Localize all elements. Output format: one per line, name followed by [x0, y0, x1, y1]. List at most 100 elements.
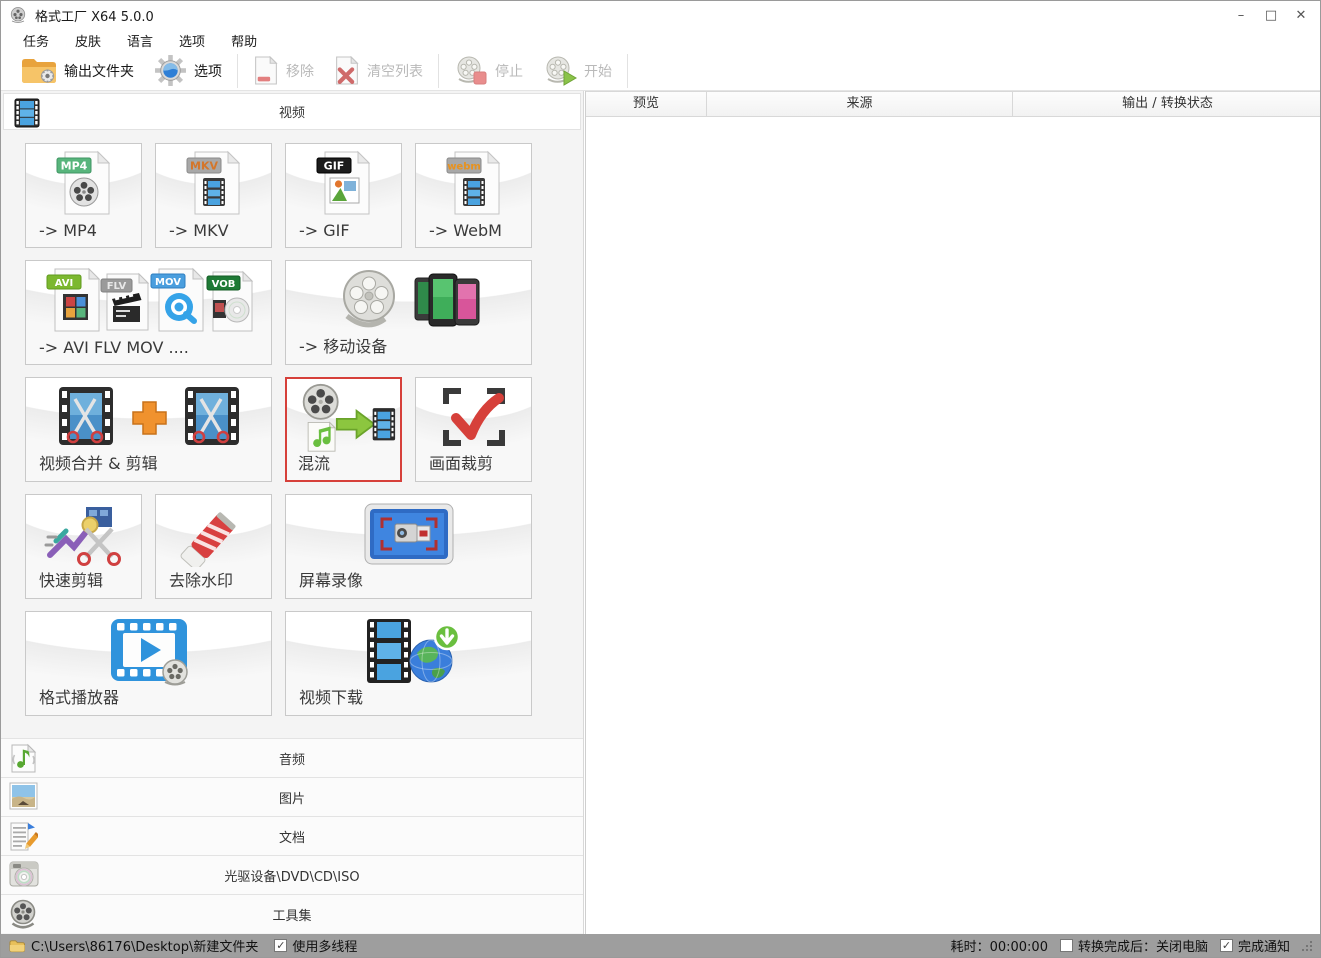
column-source[interactable]: 来源 — [707, 92, 1013, 116]
grid-item-merge-clip[interactable]: 视频合并 & 剪辑 — [25, 377, 272, 482]
mp4-file-icon: MP4 — [26, 149, 141, 217]
clear-list-button[interactable]: 清空列表 — [324, 54, 433, 87]
status-bar: C:\Users\86176\Desktop\新建文件夹 使用多线程 耗时：00… — [1, 934, 1320, 957]
grid-item-to-webm[interactable]: webm -> WebM — [415, 143, 532, 248]
document-category-icon — [9, 821, 38, 852]
column-output-status[interactable]: 输出 / 转换状态 — [1013, 92, 1321, 116]
multithread-checkbox[interactable] — [274, 939, 287, 952]
toolset-category-icon — [9, 899, 38, 930]
menu-help[interactable]: 帮助 — [225, 29, 263, 52]
shutdown-label: 转换完成后：关闭电脑 — [1078, 936, 1208, 955]
task-panel: 预览 来源 输出 / 转换状态 — [585, 91, 1321, 936]
toolbar-separator — [438, 54, 439, 88]
column-preview[interactable]: 预览 — [586, 92, 707, 116]
grid-item-label: 画面裁剪 — [429, 450, 493, 474]
stop-label: 停止 — [495, 61, 523, 81]
grid-item-to-avi-flv-mov[interactable]: AVI FLV MOV VOB -> AVI FLV MOV .... — [25, 260, 272, 365]
category-toolset[interactable]: 工具集 — [1, 894, 583, 933]
crop-check-icon — [416, 383, 531, 451]
grid-item-crop[interactable]: 画面裁剪 — [415, 377, 532, 482]
output-folder-button[interactable]: 输出文件夹 — [11, 54, 144, 88]
svg-text:FLV: FLV — [106, 281, 126, 292]
mkv-file-icon: MKV — [156, 149, 271, 217]
maximize-button[interactable]: □ — [1256, 1, 1286, 29]
grid-item-label: -> MKV — [169, 221, 229, 240]
multithread-label: 使用多线程 — [292, 936, 357, 955]
category-label: 文档 — [1, 827, 583, 846]
svg-text:MOV: MOV — [155, 277, 181, 288]
menu-language[interactable]: 语言 — [121, 29, 159, 52]
grid-item-label: -> MP4 — [39, 221, 97, 240]
clear-list-icon — [334, 56, 360, 85]
app-window: 格式工厂 X64 5.0.0 – □ ✕ 任务 皮肤 语言 选项 帮助 输出文件… — [0, 0, 1321, 958]
grid-item-to-mkv[interactable]: MKV -> MKV — [155, 143, 272, 248]
grid-item-screen-record[interactable]: 屏幕录像 — [285, 494, 532, 599]
picture-category-icon — [9, 782, 38, 810]
elapsed-time: 耗时：00:00:00 — [951, 936, 1048, 955]
gif-file-icon: GIF — [286, 149, 401, 217]
output-folder-label: 输出文件夹 — [64, 61, 134, 81]
category-label: 工具集 — [1, 905, 583, 924]
minimize-button[interactable]: – — [1226, 1, 1256, 29]
window-title: 格式工厂 X64 5.0.0 — [35, 6, 154, 25]
grid-item-label: -> AVI FLV MOV .... — [39, 338, 189, 357]
start-reel-icon — [543, 55, 577, 86]
grid-item-mux[interactable]: 混流 — [285, 377, 402, 482]
task-table-header: 预览 来源 输出 / 转换状态 — [586, 91, 1321, 117]
grid-item-quick-clip[interactable]: 快速剪辑 — [25, 494, 142, 599]
video-download-icon — [286, 617, 531, 685]
category-audio[interactable]: 音频 — [1, 738, 583, 777]
notify-checkbox[interactable] — [1220, 939, 1233, 952]
app-reel-icon — [9, 6, 27, 24]
grid-item-to-mp4[interactable]: MP4 -> MP4 — [25, 143, 142, 248]
left-panel: 视频 MP4 -> MP4 MKV -> MKV GIF -> GIF — [1, 91, 584, 936]
category-video-header[interactable]: 视频 — [3, 93, 581, 130]
svg-text:VOB: VOB — [211, 279, 235, 290]
remove-label: 移除 — [286, 61, 314, 81]
grid-item-label: 快速剪辑 — [39, 567, 103, 591]
menu-options[interactable]: 选项 — [173, 29, 211, 52]
stop-button[interactable]: 停止 — [444, 53, 533, 88]
video-film-icon — [12, 98, 42, 128]
menu-task[interactable]: 任务 — [17, 29, 55, 52]
title-bar: 格式工厂 X64 5.0.0 – □ ✕ — [1, 1, 1320, 29]
multi-format-files-icon: AVI FLV MOV VOB — [26, 266, 271, 334]
grid-item-remove-watermark[interactable]: 去除水印 — [155, 494, 272, 599]
category-picture[interactable]: 图片 — [1, 777, 583, 816]
resize-grip[interactable] — [1300, 939, 1314, 953]
grid-item-label: 去除水印 — [169, 567, 233, 591]
screen-record-icon — [286, 500, 531, 568]
grid-item-label: 混流 — [298, 450, 330, 474]
grid-item-to-mobile-device[interactable]: -> 移动设备 — [285, 260, 532, 365]
options-button[interactable]: 选项 — [144, 52, 232, 89]
video-section-label: 视频 — [4, 102, 580, 121]
grid-item-format-player[interactable]: 格式播放器 — [25, 611, 272, 716]
remove-page-icon — [253, 56, 279, 85]
svg-text:GIF: GIF — [323, 160, 344, 173]
close-button[interactable]: ✕ — [1286, 1, 1316, 29]
task-table-body[interactable] — [586, 117, 1321, 936]
shutdown-checkbox[interactable] — [1060, 939, 1073, 952]
svg-text:webm: webm — [447, 162, 481, 173]
remove-button[interactable]: 移除 — [243, 54, 324, 87]
grid-item-label: -> WebM — [429, 221, 502, 240]
menu-skin[interactable]: 皮肤 — [69, 29, 107, 52]
webm-file-icon: webm — [416, 149, 531, 217]
grid-item-to-gif[interactable]: GIF -> GIF — [285, 143, 402, 248]
grid-item-label: 视频合并 & 剪辑 — [39, 450, 158, 474]
start-button[interactable]: 开始 — [533, 53, 622, 88]
category-disc-drive[interactable]: 光驱设备\DVD\CD\ISO — [1, 855, 583, 894]
category-label: 光驱设备\DVD\CD\ISO — [1, 866, 583, 885]
svg-text:MP4: MP4 — [60, 160, 87, 173]
category-label: 音频 — [1, 749, 583, 768]
output-path[interactable]: C:\Users\86176\Desktop\新建文件夹 — [31, 936, 258, 955]
watermark-eraser-icon — [156, 500, 271, 568]
grid-item-label: -> GIF — [299, 221, 350, 240]
category-label: 图片 — [1, 788, 583, 807]
category-document[interactable]: 文档 — [1, 816, 583, 855]
svg-text:AVI: AVI — [54, 278, 73, 289]
grid-item-video-download[interactable]: 视频下载 — [285, 611, 532, 716]
merge-clip-icon — [26, 383, 271, 451]
audio-category-icon — [9, 743, 38, 774]
clear-list-label: 清空列表 — [367, 61, 423, 81]
